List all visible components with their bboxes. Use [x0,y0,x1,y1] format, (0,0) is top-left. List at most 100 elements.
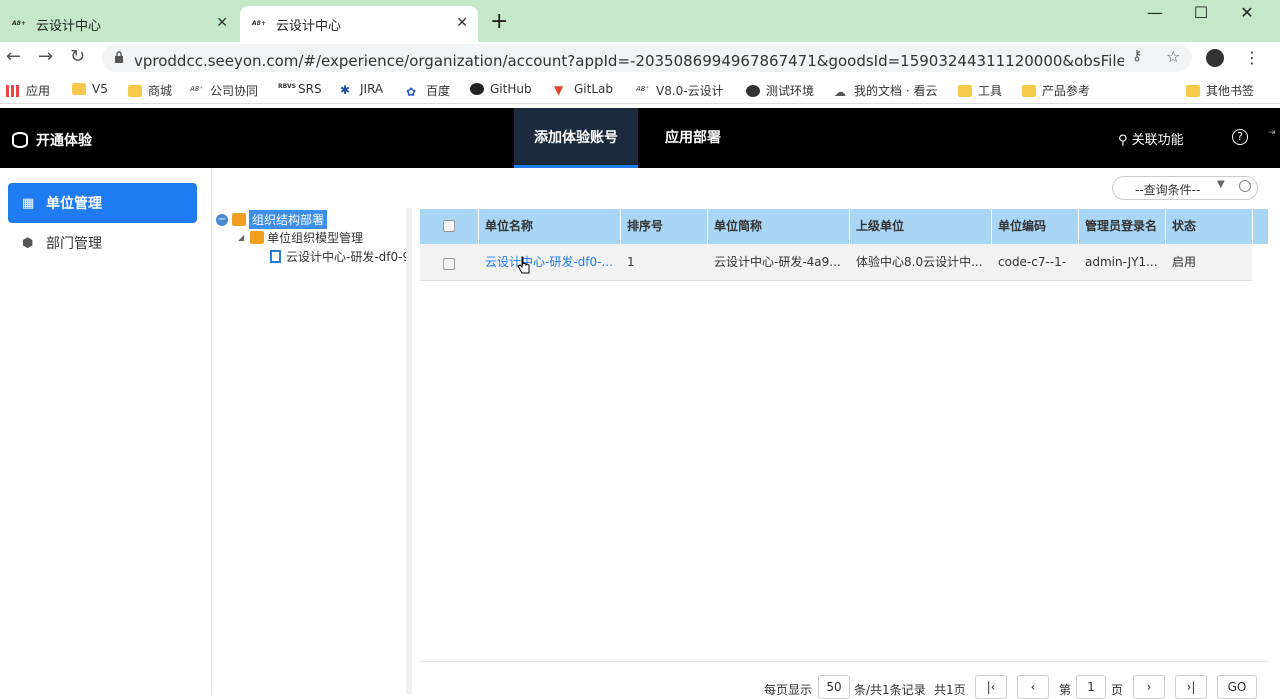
page-count: 共1页 [934,683,966,697]
tree-node-label: 组织结构部署 [249,210,328,229]
close-tab-icon[interactable]: ✕ [216,15,228,31]
sidebar-item-dept-management[interactable]: ⬢ 部门管理 [8,223,197,263]
profile-avatar[interactable] [1206,49,1224,67]
app-header: 开通体验 添加体验账号 应用部署 ⚲ 关联功能 ? [0,108,1280,168]
bookmark-products[interactable]: 产品参考 [1022,82,1090,99]
site-favicon-icon: A8+ [12,20,26,27]
collapse-icon[interactable]: − [216,213,228,226]
tab-app-deploy[interactable]: 应用部署 [648,108,738,168]
bookmark-github[interactable]: GitHub [470,82,532,96]
bookmark-test-env[interactable]: 测试环境 [746,82,814,99]
column-header[interactable]: 管理员登录名 [1079,209,1166,244]
site-favicon-icon: A8+ [252,20,266,27]
column-header[interactable]: 状态 [1166,209,1253,244]
table-cell: 云设计中心-研发-4a9... [714,255,841,269]
page-size-input[interactable]: 50 [818,675,850,699]
column-header[interactable]: 排序号 [621,209,708,244]
new-tab-icon[interactable]: + [490,9,508,34]
apps-grid-icon [6,84,20,97]
tab-title: 云设计中心 [36,18,102,34]
org-tree: − 组织结构部署 ◢ 单位组织模型管理 云设计中心-研发-df0-9a [212,208,412,694]
next-page-icon[interactable]: › [1133,675,1165,699]
first-page-icon[interactable]: |‹ [975,675,1007,699]
bookmark-v5[interactable]: V5 [72,82,108,96]
pagination: 每页显示 50 条/共1条记录 共1页 |‹ ‹ 第 1 页 › ›| GO [420,661,1268,699]
forward-icon[interactable]: → [38,46,53,67]
close-tab-icon[interactable]: ✕ [456,15,468,31]
row-checkbox[interactable] [443,258,455,270]
tab-add-trial-account[interactable]: 添加体验账号 [514,108,638,168]
maximize-icon[interactable]: ☐ [1178,2,1224,24]
help-icon[interactable]: ? [1232,129,1248,145]
prev-page-icon[interactable]: ‹ [1017,675,1049,699]
a8-logo-icon: A8⁺ [636,84,649,93]
page-suffix: 页 [1111,683,1124,697]
bookmark-star-icon[interactable]: ☆ [1166,47,1180,66]
browser-tab-active[interactable]: A8+ 云设计中心 ✕ [240,6,478,42]
table-cell: code-c7--1- [998,255,1067,269]
folder-icon [958,84,972,97]
search-icon[interactable] [1239,180,1251,192]
tree-node-model[interactable]: ◢ 单位组织模型管理 [238,229,363,246]
query-condition-select[interactable]: --查询条件-- ▼ [1112,176,1258,200]
jira-icon: ✱ [340,83,351,97]
table-cell: 1 [627,255,635,269]
column-header[interactable]: 单位名称 [479,209,621,244]
page-number-input[interactable]: 1 [1076,675,1106,699]
bookmark-docs[interactable]: ☁ 我的文档 · 看云 [834,82,937,99]
bookmark-v8[interactable]: A8⁺ V8.0-云设计 [636,82,724,99]
back-icon[interactable]: ← [6,46,21,67]
per-page-label: 每页显示 [764,683,813,697]
brand-title: 开通体验 [36,133,92,149]
org-structure-icon [250,231,265,244]
sidebar-item-label: 部门管理 [46,236,102,252]
sidebar-item-label: 单位管理 [46,196,102,212]
bookmark-baidu[interactable]: ✿ 百度 [406,82,450,99]
unit-name-link[interactable]: 云设计中心-研发-df0-... [479,244,621,281]
baidu-paw-icon: ✿ [406,84,417,99]
database-icon [12,132,28,148]
bookmark-srs[interactable]: RBVS SRS [278,82,322,96]
go-button[interactable]: GO [1217,675,1257,699]
scroll-edge: ⇥ [1268,128,1276,138]
gitlab-icon: ▼ [554,83,564,97]
column-header[interactable]: 单位简称 [708,209,850,244]
folder-icon [72,83,86,95]
building-icon: ▦ [22,196,35,211]
tree-node-root[interactable]: − 组织结构部署 [216,210,328,229]
address-bar-row: ← → ↻ vproddcc.seeyon.com/#/experience/o… [0,42,1280,76]
table-row[interactable]: 云设计中心-研发-df0-... 1 云设计中心-研发-4a9... 体验中心8… [420,244,1252,281]
table-cell: admin-JY1... [1085,255,1158,269]
bookmark-jira[interactable]: ✱ JIRA [340,82,383,97]
lock-icon [115,51,123,63]
link-function-button[interactable]: ⚲ 关联功能 [1118,129,1184,148]
bookmark-apps[interactable]: 应用 [6,82,50,99]
unit-icon [270,250,281,263]
dropdown-arrow-icon: ▼ [1217,179,1225,190]
header-checkbox-cell [420,209,479,244]
bookmark-gitlab[interactable]: ▼ GitLab [554,82,613,97]
select-all-checkbox[interactable] [443,220,455,232]
expand-arrow-icon[interactable]: ◢ [238,233,244,242]
close-window-icon[interactable]: ✕ [1224,2,1270,24]
browser-tab[interactable]: A8+ 云设计中心 ✕ [0,6,238,42]
bookmark-tools[interactable]: 工具 [958,82,1002,99]
column-header[interactable]: 单位编码 [992,209,1079,244]
minimize-icon[interactable]: — [1132,2,1178,24]
url-input[interactable]: vproddcc.seeyon.com/#/experience/organiz… [102,44,1192,72]
unit-table: 单位名称 排序号 单位简称 上级单位 单位编码 管理员登录名 状态 云设计中心-… [420,209,1268,694]
column-header[interactable]: 上级单位 [850,209,992,244]
bookmark-collab[interactable]: A8⁺ 公司协同 [190,82,258,99]
tree-node-unit[interactable]: 云设计中心-研发-df0-9a [270,248,412,265]
last-page-icon[interactable]: ›| [1175,675,1207,699]
key-icon[interactable]: ⚷ [1132,48,1142,64]
status-cell: 启用 [1172,255,1197,269]
bookmark-mall[interactable]: 商城 [128,82,172,99]
browser-menu-icon[interactable]: ⋮ [1244,48,1260,67]
tree-node-label: 单位组织模型管理 [267,231,364,245]
sidebar-item-unit-management[interactable]: ▦ 单位管理 [8,183,197,223]
reload-icon[interactable]: ↻ [70,46,85,67]
tree-node-label: 云设计中心-研发-df0-9a [286,250,412,264]
globe-icon [746,84,760,97]
bookmark-other[interactable]: 其他书签 [1186,82,1254,99]
